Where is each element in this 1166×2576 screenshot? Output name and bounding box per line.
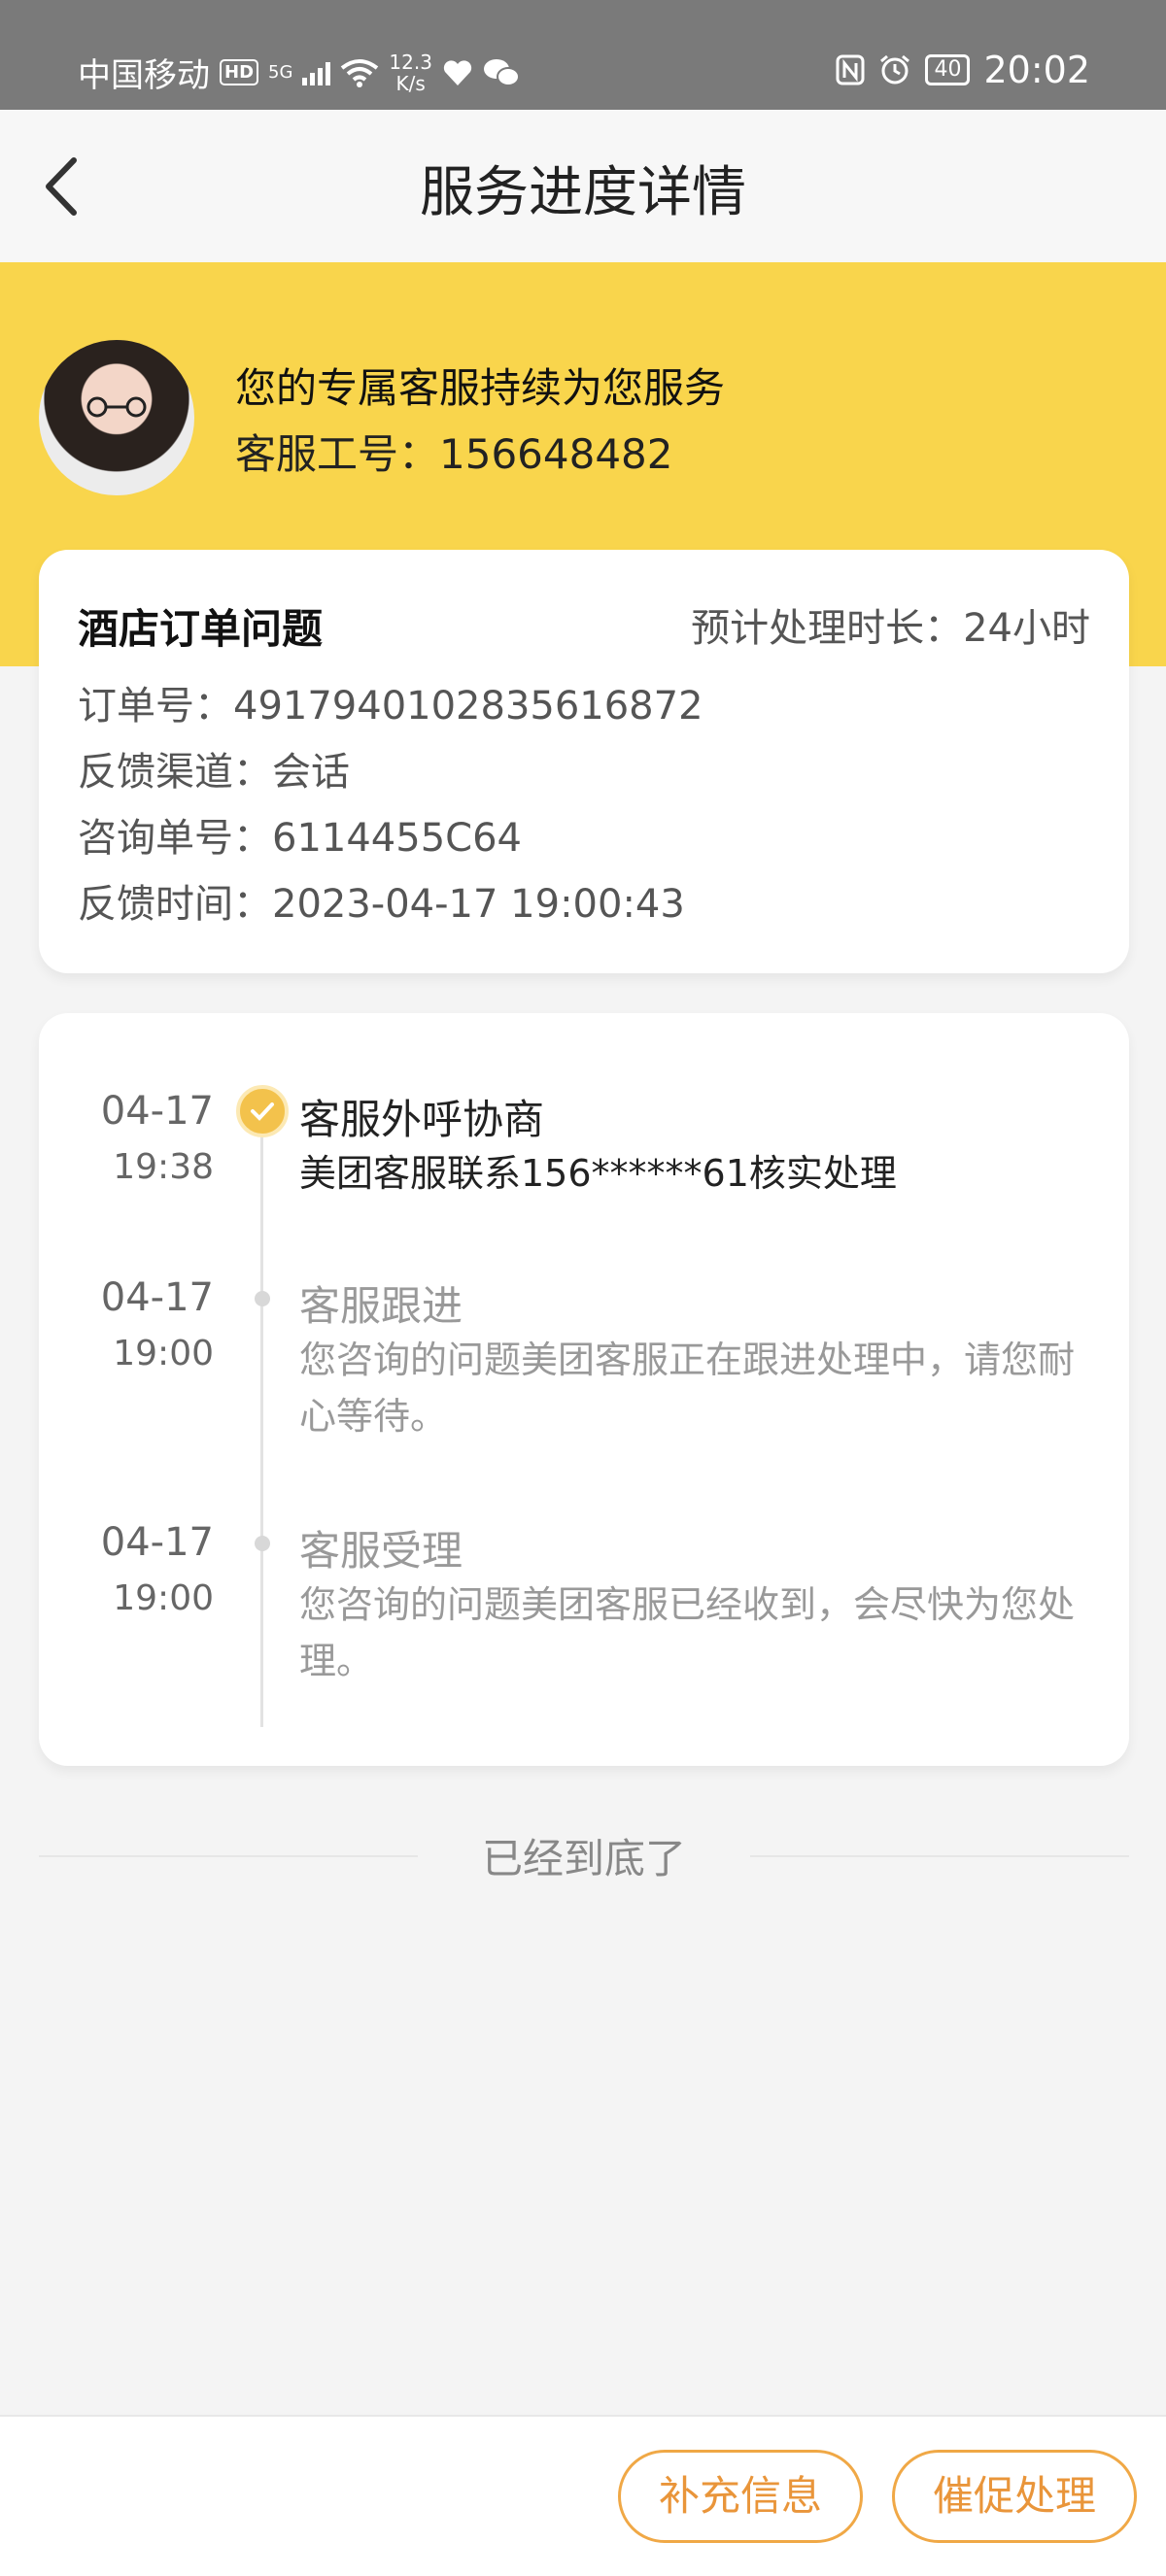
net-speed: 12.3 K/s [389,51,432,94]
timeline-date-day: 04-17 [100,1520,214,1565]
agent-id: 客服工号：156648482 [235,430,673,478]
agent-avatar [39,340,194,495]
carrier-label: 中国移动 [78,56,210,95]
timeline-date: 04-17 19:00 [101,1514,214,1627]
network-type: 5G [268,62,293,83]
clock: 20:02 [983,49,1090,91]
timeline-date-time: 19:38 [113,1147,214,1187]
timeline-date-time: 19:00 [113,1578,214,1618]
wechat-icon [483,58,520,86]
nfc-icon [836,54,865,85]
signal-icon [302,60,331,85]
timeline-line [260,1105,263,1727]
timeline-date: 04-17 19:00 [101,1270,214,1382]
page-title: 服务进度详情 [420,161,746,224]
wifi-icon [341,58,379,87]
timeline-description: 美团客服联系156******61核实处理 [299,1152,897,1195]
nav-bar: 服务进度详情 [0,110,1166,262]
timeline-date-day: 04-17 [100,1089,214,1134]
timeline-title: 客服外呼协商 [299,1096,545,1143]
timeline-dot [255,1291,270,1306]
supplement-info-button[interactable]: 补充信息 [618,2450,863,2543]
order-number: 订单号：4917940102835616872 [78,684,703,729]
issue-title: 酒店订单问题 [78,605,324,653]
timeline-title: 客服跟进 [299,1282,463,1330]
consult-number: 咨询单号：6114455C64 [78,816,522,861]
urge-processing-button[interactable]: 催促处理 [892,2450,1137,2543]
hd-icon: HD [220,59,259,85]
estimated-time: 预计处理时长：24小时 [691,606,1090,651]
net-speed-value: 12.3 [389,50,432,74]
alarm-icon [880,54,910,85]
status-bar-right: 40 20:02 [836,49,1090,91]
timeline-description: 您咨询的问题美团客服正在跟进处理中，请您耐心等待。 [299,1339,1076,1438]
check-icon [236,1085,289,1137]
feedback-time: 反馈时间：2023-04-17 19:00:43 [78,882,685,927]
progress-timeline-card: 04-17 19:38 客服外呼协商 美团客服联系156******61核实处理… [39,1013,1129,1766]
timeline-title: 客服受理 [299,1527,463,1575]
agent-headline: 您的专属客服持续为您服务 [235,364,726,412]
avatar-glasses-icon [86,396,147,418]
heart-icon [443,59,472,85]
status-bar-left: 中国移动 HD 5G 12.3 K/s [78,49,520,96]
bottom-action-bar: 补充信息 催促处理 [0,2415,1166,2576]
battery-icon: 40 [925,54,971,85]
timeline-date-day: 04-17 [100,1275,214,1320]
end-of-list-text: 已经到底了 [481,1835,686,1882]
timeline-description: 您咨询的问题美团客服已经收到，会尽快为您处理。 [299,1583,1076,1682]
timeline-dot [255,1536,270,1551]
order-info-card: 酒店订单问题 预计处理时长：24小时 订单号：49179401028356168… [39,550,1129,973]
feedback-channel: 反馈渠道：会话 [78,750,350,795]
net-speed-unit: K/s [395,71,426,95]
status-bar: 中国移动 HD 5G 12.3 K/s 40 20:02 [0,0,1166,110]
end-of-list: 已经到底了 [39,1826,1129,1884]
timeline-date-time: 19:00 [113,1334,214,1373]
timeline-date: 04-17 19:38 [101,1083,214,1196]
